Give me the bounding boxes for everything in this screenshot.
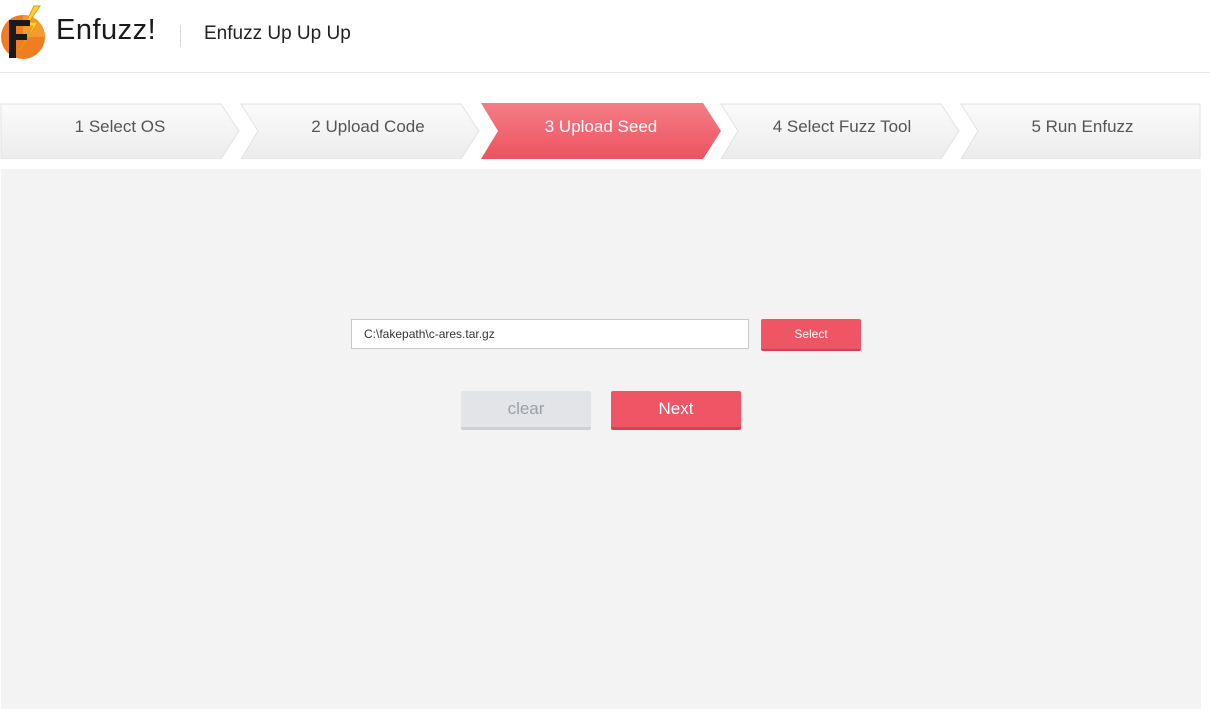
upload-panel: Select clear Next xyxy=(1,169,1201,709)
step-upload-code[interactable]: 2 Upload Code xyxy=(240,103,480,159)
enfuzz-logo-icon xyxy=(1,5,45,59)
step-wizard: 1 Select OS 2 Upload Code 3 Upload Seed … xyxy=(0,103,1201,159)
app-subtitle: Enfuzz Up Up Up xyxy=(204,23,351,44)
next-button[interactable]: Next xyxy=(611,391,741,430)
step-label: 2 Upload Code xyxy=(311,117,425,136)
header-divider xyxy=(180,25,181,47)
step-label: 5 Run Enfuzz xyxy=(1031,117,1134,136)
step-label: 3 Upload Seed xyxy=(544,117,658,136)
step-select-os[interactable]: 1 Select OS xyxy=(0,103,240,159)
step-run-enfuzz[interactable]: 5 Run Enfuzz xyxy=(960,103,1201,159)
step-select-fuzz-tool[interactable]: 4 Select Fuzz Tool xyxy=(720,103,960,159)
app-header: Enfuzz! Enfuzz Up Up Up xyxy=(0,0,1210,73)
step-label: 1 Select OS xyxy=(74,117,166,136)
select-file-button[interactable]: Select xyxy=(761,319,861,351)
seed-file-path-input[interactable] xyxy=(351,319,749,349)
logo-text: Enfuzz! xyxy=(56,14,157,46)
clear-button[interactable]: clear xyxy=(461,391,591,430)
step-upload-seed[interactable]: 3 Upload Seed xyxy=(480,103,722,159)
step-label: 4 Select Fuzz Tool xyxy=(772,117,912,136)
